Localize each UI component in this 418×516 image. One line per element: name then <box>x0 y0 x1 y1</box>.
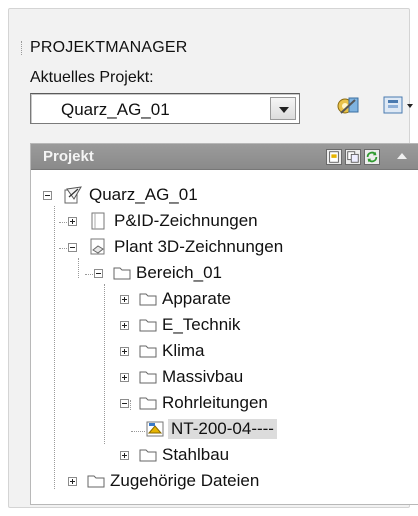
tree-node-label: Stahlbau <box>162 445 230 464</box>
tree-connector <box>130 400 131 410</box>
folder-icon <box>139 397 157 410</box>
expand-toggle[interactable] <box>120 451 129 460</box>
folder-icon <box>87 475 105 488</box>
current-project-value: Quarz_AG_01 <box>61 100 170 119</box>
folder-icon <box>139 319 157 332</box>
tree-node-label: Massivbau <box>162 367 244 386</box>
collapse-toggle[interactable] <box>120 399 129 408</box>
tree-connector <box>131 431 145 432</box>
tree-node-label: Bereich_01 <box>136 263 223 282</box>
tree-node-label: Plant 3D-Zeichnungen <box>114 237 284 256</box>
dropdown-button[interactable] <box>270 97 296 120</box>
expand-toggle[interactable] <box>120 321 129 330</box>
tree-connector <box>54 206 55 489</box>
panel-grip[interactable] <box>21 41 23 55</box>
panel-title: PROJEKTMANAGER <box>30 39 188 56</box>
pid-drawings-icon <box>91 212 105 230</box>
tree-node-label: E_Technik <box>162 315 241 334</box>
plant3d-drawings-icon <box>90 238 105 255</box>
current-project-label: Aktuelles Projekt: <box>30 69 154 86</box>
collapse-toggle[interactable] <box>68 243 77 252</box>
tree-connector <box>104 284 105 444</box>
expand-toggle[interactable] <box>120 295 129 304</box>
tree-node-label: P&ID-Zeichnungen <box>114 211 258 230</box>
folder-icon <box>139 345 157 358</box>
folder-icon <box>139 293 157 306</box>
tree-node-label: NT-200-04---- <box>168 419 277 439</box>
tree-node-label: Zugehörige Dateien <box>110 471 260 490</box>
project-icon <box>64 186 82 204</box>
project-manager-panel: PROJEKTMANAGER Aktuelles Projekt: Quarz_… <box>8 8 418 508</box>
expand-toggle[interactable] <box>68 217 77 226</box>
collapse-toggle[interactable] <box>43 191 52 200</box>
folder-icon <box>139 371 157 384</box>
project-tree-panel: Projekt Quarz_AG_01 P&ID-Zeichnungen Pla… <box>30 143 418 505</box>
collapse-toggle[interactable] <box>94 269 103 278</box>
project-views-dropdown-icon[interactable] <box>381 95 417 117</box>
tree-node-label: Apparate <box>162 289 231 308</box>
expand-toggle[interactable] <box>120 373 129 382</box>
tree-node-label: Quarz_AG_01 <box>89 185 198 204</box>
pipe-drawing-icon <box>146 421 164 437</box>
project-tree: Quarz_AG_01 P&ID-Zeichnungen Plant 3D-Ze… <box>31 144 418 504</box>
folder-icon <box>113 267 131 280</box>
project-settings-icon[interactable] <box>336 95 360 117</box>
expand-toggle[interactable] <box>120 347 129 356</box>
tree-connector <box>78 258 79 278</box>
folder-icon <box>139 449 157 462</box>
expand-toggle[interactable] <box>68 477 77 486</box>
current-project-dropdown[interactable]: Quarz_AG_01 <box>30 93 300 124</box>
chevron-down-icon <box>279 107 289 113</box>
tree-node-label: Klima <box>162 341 205 360</box>
tree-node-label: Rohrleitungen <box>162 393 268 412</box>
